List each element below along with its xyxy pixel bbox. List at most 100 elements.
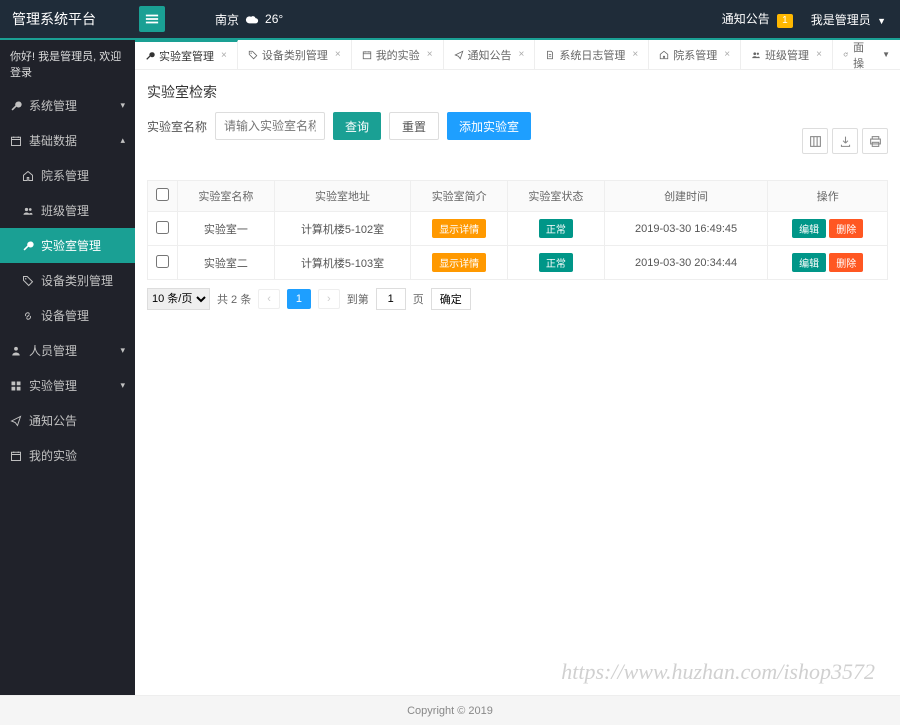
edit-button[interactable]: 编辑 (792, 253, 826, 272)
print-icon (869, 135, 882, 148)
pager-total: 共 2 条 (217, 291, 251, 307)
chevron-icon: ▾ (120, 345, 125, 356)
pager-next[interactable]: › (318, 289, 340, 309)
col-header-3: 实验室简介 (411, 181, 508, 212)
row-checkbox[interactable] (156, 255, 169, 268)
tab-label: 通知公告 (468, 47, 512, 63)
close-icon[interactable]: × (427, 49, 433, 60)
sidebar-item-9[interactable]: 通知公告 (0, 403, 135, 438)
col-header-0 (148, 181, 178, 212)
sidebar-item-label: 实验室管理 (41, 237, 101, 254)
edit-button[interactable]: 编辑 (792, 219, 826, 238)
cell-time: 2019-03-30 20:34:44 (604, 246, 768, 280)
status-badge: 正常 (539, 253, 573, 272)
sidebar-item-label: 基础数据 (29, 132, 77, 149)
columns-button[interactable] (802, 128, 828, 154)
cell-name: 实验室二 (178, 246, 275, 280)
page-title: 实验室检索 (147, 82, 888, 102)
lab-table: 实验室名称实验室地址实验室简介实验室状态创建时间操作 实验室一计算机楼5-102… (147, 180, 888, 280)
tab-6[interactable]: 班级管理× (741, 40, 833, 69)
tab-bar: 实验室管理×设备类别管理×我的实验×通知公告×系统日志管理×院系管理×班级管理×… (135, 40, 900, 70)
row-checkbox[interactable] (156, 221, 169, 234)
sidebar-item-4[interactable]: 实验室管理 (0, 228, 135, 263)
col-header-6: 操作 (768, 181, 888, 212)
tab-label: 我的实验 (376, 47, 420, 63)
sidebar-item-label: 设备管理 (41, 307, 89, 324)
sidebar-item-5[interactable]: 设备类别管理 (0, 263, 135, 298)
notice-badge: 1 (777, 14, 793, 28)
sidebar: 你好! 我是管理员, 欢迎登录 系统管理▾基础数据▴院系管理班级管理实验室管理设… (0, 40, 135, 695)
close-icon[interactable]: × (724, 49, 730, 60)
detail-button[interactable]: 显示详情 (432, 219, 486, 238)
tab-5[interactable]: 院系管理 × (649, 40, 741, 69)
sidebar-greeting: 你好! 我是管理员, 欢迎登录 (0, 40, 135, 88)
tab-3[interactable]: 通知公告 × (444, 40, 536, 69)
export-icon (839, 135, 852, 148)
tab-2[interactable]: 我的实验 × (352, 40, 444, 69)
close-icon[interactable]: × (335, 49, 341, 60)
status-badge: 正常 (539, 219, 573, 238)
sidebar-item-label: 通知公告 (29, 412, 77, 429)
table-toolbar (802, 128, 888, 154)
table-row: 实验室一计算机楼5-102室显示详情正常2019-03-30 16:49:45编… (148, 212, 888, 246)
sidebar-item-6[interactable]: 设备管理 (0, 298, 135, 333)
tab-0[interactable]: 实验室管理 × (135, 40, 238, 69)
delete-button[interactable]: 删除 (829, 253, 863, 272)
cell-addr: 计算机楼5-102室 (274, 212, 411, 246)
chevron-icon: ▾ (120, 380, 125, 391)
sidebar-item-10[interactable]: 我的实验 (0, 438, 135, 473)
tab-label: 实验室管理 (159, 48, 214, 64)
chevron-icon: ▴ (120, 135, 125, 146)
page-size-select[interactable]: 10 条/页 (147, 288, 210, 310)
tab-label: 设备类别管理 (262, 47, 328, 63)
add-lab-button[interactable]: 添加实验室 (447, 112, 531, 140)
sidebar-item-label: 班级管理 (41, 202, 89, 219)
tab-operations[interactable]: 页面操作 ▼ (833, 40, 900, 69)
pager-page-1[interactable]: 1 (287, 289, 311, 309)
close-icon[interactable]: × (519, 49, 525, 60)
tab-1[interactable]: 设备类别管理 × (238, 40, 352, 69)
close-icon[interactable]: × (632, 49, 638, 60)
sidebar-item-label: 设备类别管理 (41, 272, 113, 289)
print-button[interactable] (862, 128, 888, 154)
sidebar-item-label: 系统管理 (29, 97, 77, 114)
notice-link[interactable]: 通知公告 1 (722, 10, 793, 28)
sidebar-item-label: 人员管理 (29, 342, 77, 359)
columns-icon (809, 135, 822, 148)
sidebar-item-0[interactable]: 系统管理▾ (0, 88, 135, 123)
refresh-icon (843, 49, 848, 60)
sidebar-item-3[interactable]: 班级管理 (0, 193, 135, 228)
lab-name-input[interactable] (215, 112, 325, 140)
sidebar-item-8[interactable]: 实验管理 ▾ (0, 368, 135, 403)
cell-name: 实验室一 (178, 212, 275, 246)
detail-button[interactable]: 显示详情 (432, 253, 486, 272)
sidebar-item-2[interactable]: 院系管理 (0, 158, 135, 193)
pager-goto-input[interactable] (376, 288, 406, 310)
delete-button[interactable]: 删除 (829, 219, 863, 238)
pager-page-unit: 页 (413, 291, 424, 307)
pagination: 10 条/页 共 2 条 ‹ 1 › 到第 页 确定 (147, 288, 888, 310)
pager-confirm[interactable]: 确定 (431, 288, 471, 310)
user-menu[interactable]: 我是管理员 ▼ (811, 11, 886, 28)
sidebar-item-1[interactable]: 基础数据 ▴ (0, 123, 135, 158)
pager-prev[interactable]: ‹ (258, 289, 280, 309)
chevron-down-icon: ▼ (877, 16, 886, 26)
col-header-4: 实验室状态 (508, 181, 605, 212)
col-header-1: 实验室名称 (178, 181, 275, 212)
sidebar-item-7[interactable]: 人员管理 ▾ (0, 333, 135, 368)
sidebar-toggle[interactable] (139, 6, 165, 32)
tab-label: 系统日志管理 (559, 47, 625, 63)
reset-button[interactable]: 重置 (389, 112, 439, 140)
pager-goto-label: 到第 (347, 291, 369, 307)
tab-label: 院系管理 (673, 47, 717, 63)
close-icon[interactable]: × (221, 50, 227, 61)
tab-4[interactable]: 系统日志管理 × (535, 40, 649, 69)
col-header-5: 创建时间 (604, 181, 768, 212)
select-all-checkbox[interactable] (156, 188, 169, 201)
close-icon[interactable]: × (816, 49, 822, 60)
main-area: 实验室管理×设备类别管理×我的实验×通知公告×系统日志管理×院系管理×班级管理×… (135, 40, 900, 695)
query-button[interactable]: 查询 (333, 112, 381, 140)
export-button[interactable] (832, 128, 858, 154)
sidebar-item-label: 实验管理 (29, 377, 77, 394)
footer: Copyright © 2019 (0, 695, 900, 725)
